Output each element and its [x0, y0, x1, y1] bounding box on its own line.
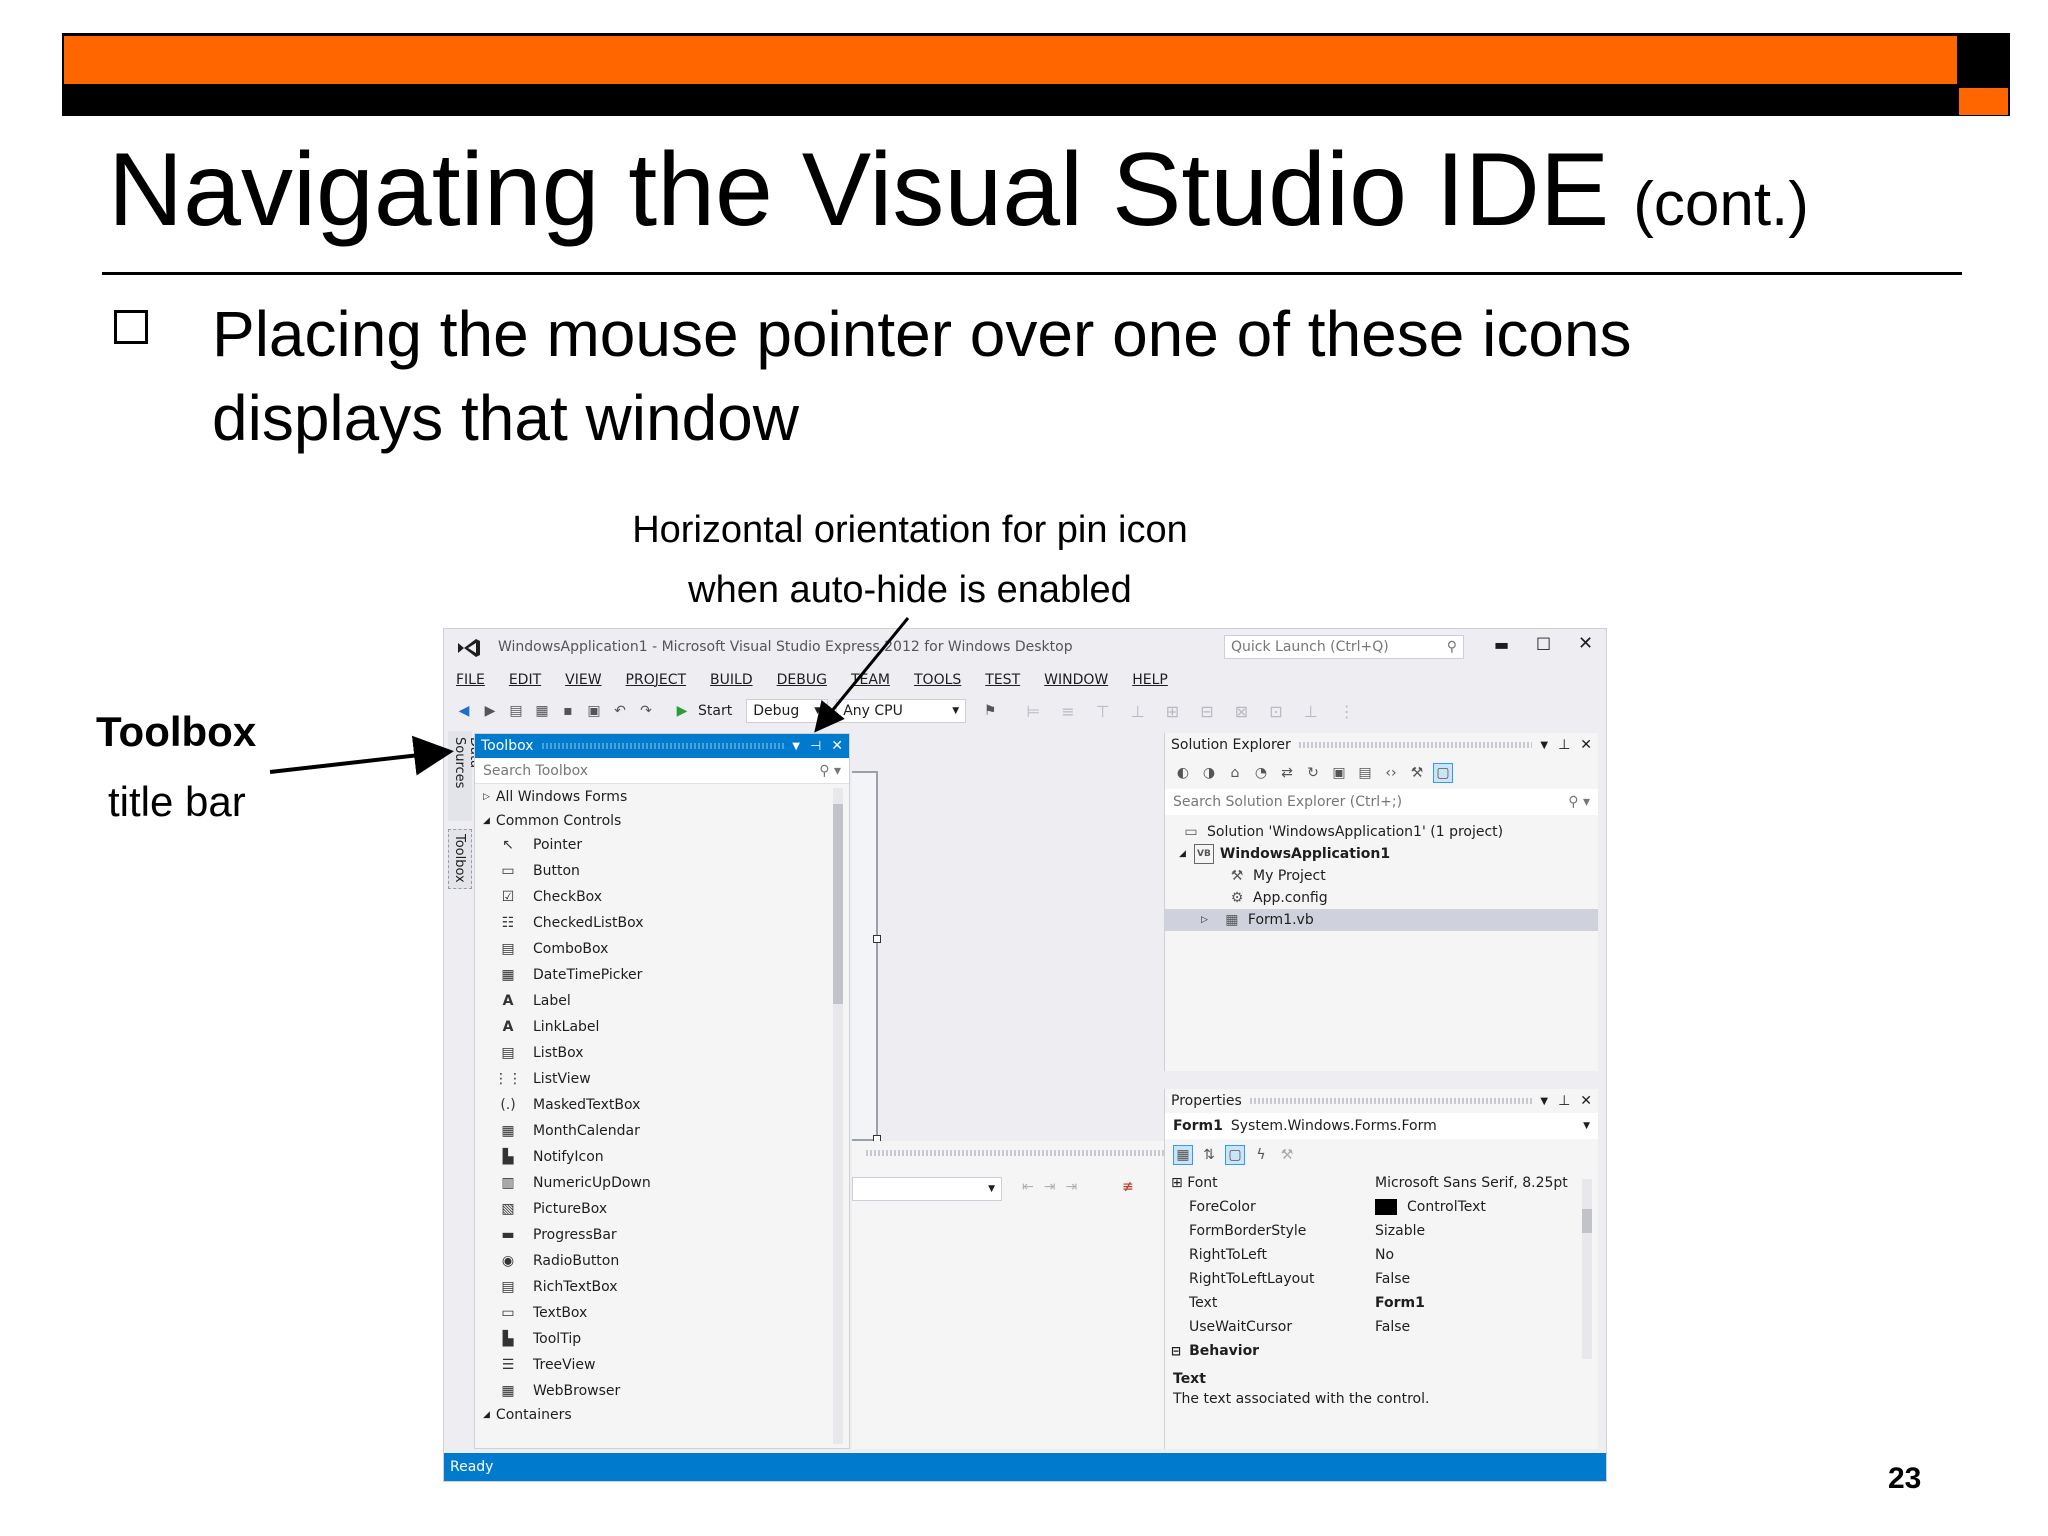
pin-callout-arrow [814, 617, 910, 733]
toolbox-callout-arrow [269, 735, 454, 776]
callout-arrows [269, 617, 910, 776]
